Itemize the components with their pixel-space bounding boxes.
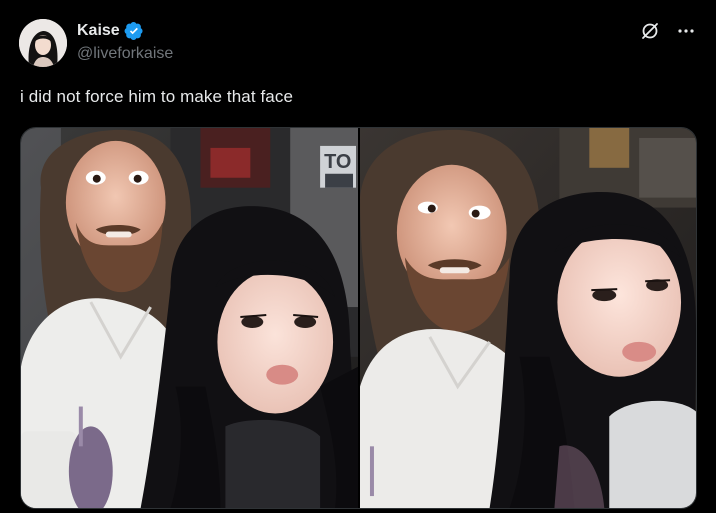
more-dots-icon[interactable] [676, 21, 696, 41]
author-handle[interactable]: @liveforkaise [77, 45, 173, 63]
verified-badge-icon[interactable] [124, 21, 144, 41]
author-name-row: Kaise [77, 20, 173, 42]
grok-slash-circle-icon[interactable] [640, 21, 660, 41]
photo-1[interactable]: TO [21, 128, 358, 508]
photo-2[interactable] [360, 128, 696, 508]
author-block: Kaise @liveforkaise [77, 20, 173, 63]
sign-text: TO [324, 151, 351, 173]
photo-2-image [360, 128, 696, 508]
tweet-post: Kaise @liveforkaise i did not force him … [0, 0, 716, 513]
header-actions [640, 21, 696, 41]
avatar-photo-icon [19, 19, 67, 67]
photo-1-image: TO [21, 128, 358, 508]
author-display-name[interactable]: Kaise [77, 22, 120, 40]
media-grid: TO [20, 127, 697, 509]
author-avatar[interactable] [19, 19, 67, 67]
tweet-text: i did not force him to make that face [20, 87, 294, 106]
